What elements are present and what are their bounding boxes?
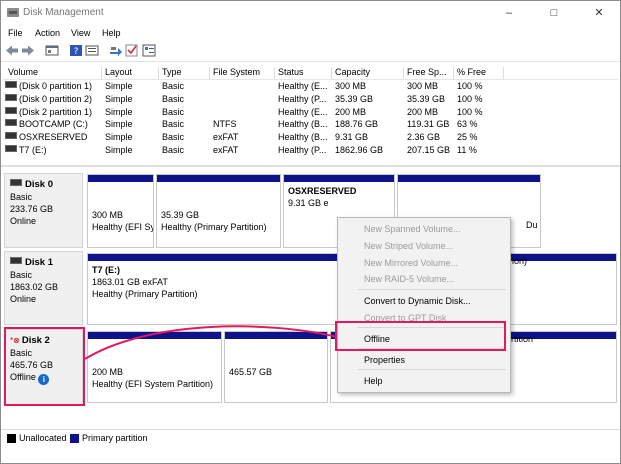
context-menu: New Spanned Volume... New Striped Volume…: [337, 217, 511, 393]
menu-new-spanned-volume[interactable]: New Spanned Volume...: [364, 224, 461, 234]
menu-new-raid5-volume[interactable]: New RAID-5 Volume...: [364, 274, 454, 284]
menu-properties[interactable]: Properties: [364, 355, 405, 365]
disk-2-highlight: [4, 327, 85, 406]
menu-convert-dynamic-disk[interactable]: Convert to Dynamic Disk...: [364, 296, 471, 306]
menu-separator: [358, 369, 506, 370]
offline-highlight: [335, 321, 506, 351]
disk-management-window: Disk Management – □ ✕ File Action View H…: [0, 0, 621, 464]
menu-new-mirrored-volume[interactable]: New Mirrored Volume...: [364, 258, 458, 268]
menu-separator: [358, 289, 506, 290]
menu-new-striped-volume[interactable]: New Striped Volume...: [364, 241, 453, 251]
callout-connector: [84, 325, 338, 360]
menu-help-item[interactable]: Help: [364, 376, 383, 386]
